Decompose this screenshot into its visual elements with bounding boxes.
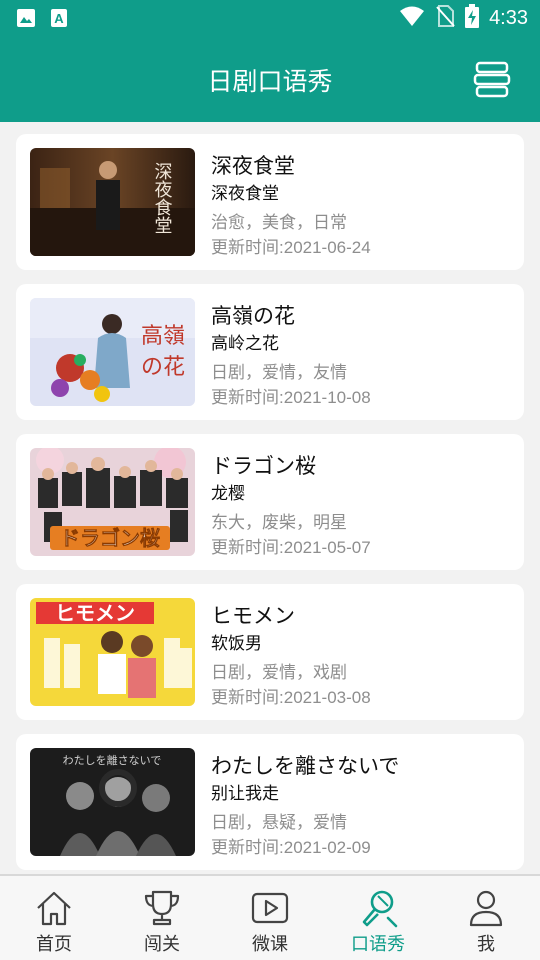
text-a-icon: A (50, 8, 68, 32)
trophy-icon (144, 890, 180, 926)
drama-title: ヒモメン (211, 604, 295, 628)
app-bar: 日剧口语秀 (0, 36, 540, 122)
nav-label: 首页 (36, 934, 72, 955)
bottom-navigation: 首页 闯关 微课 口语秀 我 (0, 874, 540, 960)
wifi-icon (399, 5, 425, 31)
svg-text:の花: の花 (141, 355, 185, 380)
drama-card[interactable]: 高嶺 の花 高嶺の花 高岭之花 日剧，爱情，友情 更新时间:2021-10-08 (16, 284, 524, 420)
status-time: 4:33 (489, 6, 528, 29)
nav-item-me[interactable]: 我 (432, 876, 540, 960)
user-icon (469, 890, 503, 927)
drama-title: ドラゴン桜 (211, 454, 316, 478)
svg-text:ドラゴン桜: ドラゴン桜 (60, 526, 160, 550)
drama-title: 高嶺の花 (211, 304, 295, 328)
svg-text:A: A (54, 11, 64, 26)
drama-thumbnail: 深夜食堂 (30, 148, 195, 256)
stack-icon (473, 61, 511, 98)
drama-thumbnail: わたしを離さないで (30, 748, 195, 856)
nav-item-speaking-show[interactable]: 口语秀 (324, 876, 432, 960)
update-time-label: 更新时间: (211, 238, 284, 257)
image-icon (16, 8, 36, 32)
nav-label: 微课 (252, 934, 288, 955)
update-time-label: 更新时间: (211, 538, 284, 557)
microphone-icon (362, 890, 398, 928)
drama-tags: 东大，废柴，明星 (211, 513, 347, 533)
drama-subtitle: 高岭之花 (211, 334, 279, 354)
menu-button[interactable] (472, 60, 512, 100)
update-time-value: 2021-05-07 (283, 538, 371, 557)
svg-text:ヒモメン: ヒモメン (55, 601, 135, 625)
drama-update-time: 更新时间:2021-03-08 (211, 683, 371, 708)
drama-list[interactable]: 深夜食堂 深夜食堂 深夜食堂 治愈，美食，日常 更新时间:2021-06-24 … (0, 122, 540, 874)
nav-item-home[interactable]: 首页 (0, 876, 108, 960)
drama-card[interactable]: ドラゴン桜 ドラゴン桜 龙樱 东大，废柴，明星 更新时间:2021-05-07 (16, 434, 524, 570)
home-icon (37, 891, 71, 926)
page-title: 日剧口语秀 (207, 67, 333, 96)
drama-update-time: 更新时间:2021-05-07 (211, 533, 371, 558)
drama-thumbnail: 高嶺 の花 (30, 298, 195, 406)
nav-item-challenge[interactable]: 闯关 (108, 876, 216, 960)
drama-tags: 日剧，爱情，友情 (211, 363, 347, 383)
drama-subtitle: 深夜食堂 (211, 184, 279, 204)
nav-label: 口语秀 (351, 934, 405, 955)
update-time-value: 2021-02-09 (283, 838, 371, 857)
drama-tags: 治愈，美食，日常 (211, 213, 347, 233)
svg-text:深夜食堂: 深夜食堂 (152, 162, 173, 234)
update-time-value: 2021-10-08 (283, 388, 371, 407)
drama-thumbnail: ヒモメン (30, 598, 195, 706)
drama-thumbnail: ドラゴン桜 (30, 448, 195, 556)
drama-subtitle: 龙樱 (211, 484, 245, 504)
nav-label: 闯关 (144, 934, 180, 955)
status-bar: A 4:33 (0, 0, 540, 36)
drama-subtitle: 软饭男 (211, 634, 262, 654)
nav-item-micro-course[interactable]: 微课 (216, 876, 324, 960)
drama-card[interactable]: ヒモメン ヒモメン 软饭男 日剧，爱情，戏剧 更新时间:2021-03-08 (16, 584, 524, 720)
update-time-value: 2021-03-08 (283, 688, 371, 707)
drama-card[interactable]: 深夜食堂 深夜食堂 深夜食堂 治愈，美食，日常 更新时间:2021-06-24 (16, 134, 524, 270)
svg-text:高嶺: 高嶺 (141, 324, 185, 349)
play-icon (251, 892, 289, 924)
drama-tags: 日剧，悬疑，爱情 (211, 813, 347, 833)
drama-title: わたしを離さないで (211, 754, 400, 778)
update-time-label: 更新时间: (211, 688, 284, 707)
svg-text:わたしを離さないで: わたしを離さないで (63, 753, 162, 767)
drama-update-time: 更新时间:2021-02-09 (211, 833, 371, 858)
drama-tags: 日剧，爱情，戏剧 (211, 663, 347, 683)
update-time-label: 更新时间: (211, 388, 284, 407)
update-time-value: 2021-06-24 (283, 238, 371, 257)
drama-subtitle: 别让我走 (211, 784, 279, 804)
nav-label: 我 (477, 934, 495, 955)
no-sim-icon (435, 5, 455, 31)
drama-update-time: 更新时间:2021-06-24 (211, 233, 371, 258)
drama-card[interactable]: わたしを離さないで わたしを離さないで 别让我走 日剧，悬疑，爱情 更新时间:2… (16, 734, 524, 870)
drama-title: 深夜食堂 (211, 154, 295, 178)
update-time-label: 更新时间: (211, 838, 284, 857)
drama-update-time: 更新时间:2021-10-08 (211, 383, 371, 408)
battery-charging-icon (465, 4, 480, 32)
